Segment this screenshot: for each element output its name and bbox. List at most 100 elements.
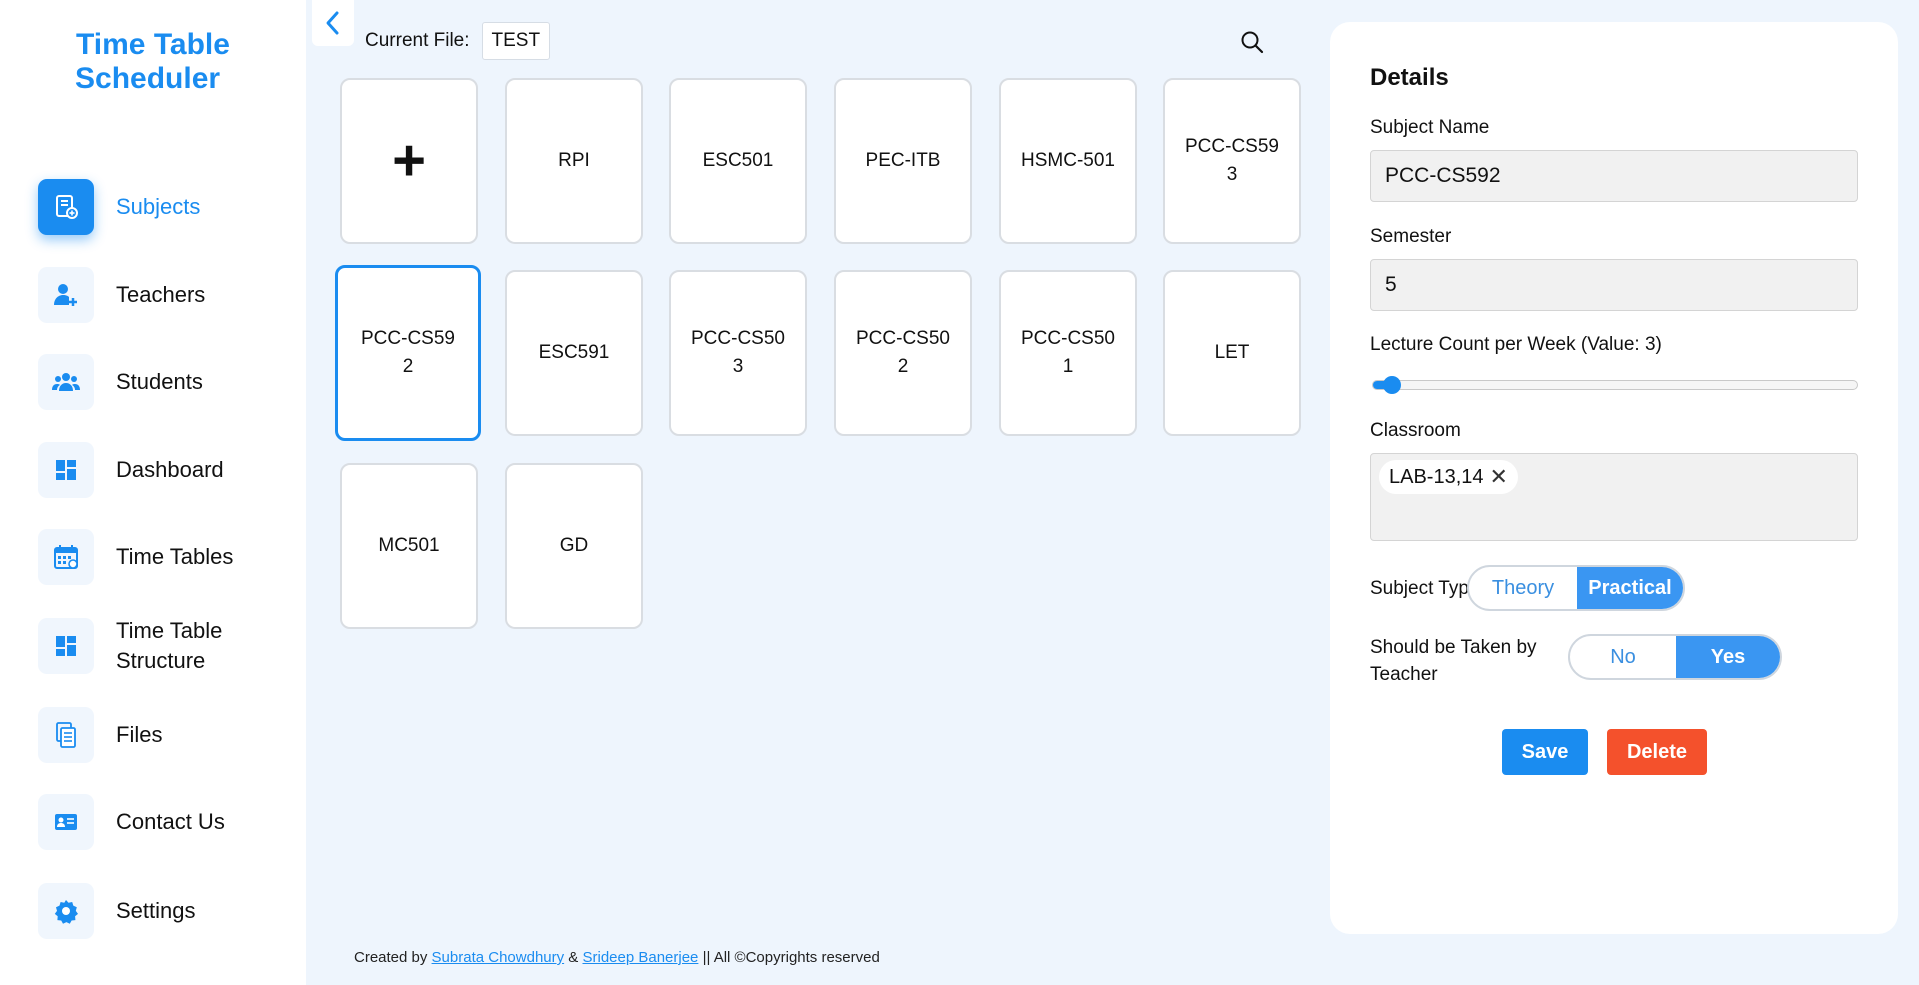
app-title-line2: Scheduler [75, 62, 221, 95]
contact-card-icon [38, 794, 94, 850]
subject-card-label: MC501 [378, 535, 440, 556]
teacher-required-label: Should be Taken by Teacher [1370, 634, 1537, 688]
subject-card-label: PCC-CS503 [691, 328, 785, 377]
subject-card-label: PCC-CS502 [856, 328, 950, 377]
dashboard-icon [38, 442, 94, 498]
subject-card-label: LET [1214, 342, 1250, 363]
chevron-left-icon [326, 11, 339, 35]
sidebar-item-label: Files [116, 722, 163, 747]
subject-card-label: PCC-CS501 [1021, 328, 1115, 377]
subject-card-label: ESC591 [538, 342, 610, 363]
subjects-icon [38, 179, 94, 235]
calendar-icon [38, 529, 94, 585]
sidebar-item-subjects[interactable]: Subjects [38, 178, 298, 236]
footer-copyright: || All ©Copyrights reserved [702, 949, 880, 966]
sidebar-item-dashboard[interactable]: Dashboard [38, 441, 298, 499]
sidebar-item-label: Time Tables [116, 544, 234, 569]
subject-card[interactable]: PCC-CS501 [999, 270, 1137, 436]
sidebar-item-time-tables[interactable]: Time Tables [38, 528, 298, 586]
subject-card[interactable]: PCC-CS593 [1163, 78, 1301, 244]
subject-name-input[interactable] [1370, 150, 1858, 202]
teacher-required-yes[interactable]: Yes [1676, 636, 1780, 678]
sidebar-item-label-line1: Time Table [116, 618, 223, 643]
gear-icon [38, 883, 94, 939]
subject-card-selected[interactable]: PCC-CS592 [335, 265, 481, 441]
sidebar-item-label: Contact Us [116, 809, 225, 834]
lecture-count-slider[interactable] [1372, 376, 1858, 394]
current-file-value: TEST [481, 22, 551, 60]
subject-card-label: RPI [558, 150, 590, 171]
subject-card-label: ESC501 [702, 150, 774, 171]
sidebar: Time Table Scheduler Subjects Teachers S… [0, 0, 306, 985]
subject-card-label: HSMC-501 [1021, 150, 1115, 171]
subject-card-label: PEC-ITB [865, 150, 941, 171]
semester-input[interactable] [1370, 259, 1858, 311]
subject-card-label: GD [559, 535, 589, 556]
author-link-2[interactable]: Srideep Banerjee [582, 949, 698, 966]
teacher-required-label-line1: Should be Taken by [1370, 637, 1537, 658]
add-user-icon [38, 267, 94, 323]
classroom-chip: LAB-13,14 ✕ [1379, 460, 1518, 494]
current-file-label: Current File: [365, 30, 470, 51]
subject-card[interactable]: HSMC-501 [999, 78, 1137, 244]
close-icon[interactable]: ✕ [1490, 464, 1508, 490]
sidebar-item-label: Dashboard [116, 457, 224, 482]
subject-card[interactable]: PEC-ITB [834, 78, 972, 244]
author-link-1[interactable]: Subrata Chowdhury [432, 949, 565, 966]
semester-label: Semester [1370, 226, 1452, 247]
details-title: Details [1370, 64, 1449, 91]
sidebar-item-time-table-structure[interactable]: Time Table Structure [38, 617, 298, 675]
search-icon [1241, 31, 1264, 54]
subject-card-label: PCC-CS592 [361, 328, 455, 377]
subject-type-toggle: Theory Practical [1467, 565, 1685, 611]
classroom-select[interactable]: LAB-13,14 ✕ [1370, 453, 1858, 541]
footer-amp: & [568, 949, 579, 966]
footer: Created by Subrata Chowdhury & Srideep B… [354, 949, 880, 966]
dashboard-icon [38, 618, 94, 674]
sidebar-item-label: Settings [116, 898, 196, 923]
sidebar-item-files[interactable]: Files [38, 706, 298, 764]
save-button[interactable]: Save [1502, 729, 1588, 775]
subject-type-label: Subject Type [1370, 578, 1480, 599]
sidebar-item-label: Students [116, 369, 203, 394]
back-button[interactable] [312, 0, 354, 46]
teacher-required-toggle: No Yes [1568, 634, 1782, 680]
lecture-count-slider-thumb[interactable] [1383, 376, 1402, 394]
subject-card[interactable]: RPI [505, 78, 643, 244]
classroom-chip-label: LAB-13,14 [1389, 465, 1484, 488]
sidebar-item-students[interactable]: Students [38, 353, 298, 411]
subject-card[interactable]: PCC-CS502 [834, 270, 972, 436]
app-title: Time Table Scheduler [75, 28, 230, 96]
app-title-line1: Time Table [76, 28, 230, 61]
plus-icon: + [392, 128, 426, 193]
subject-type-practical[interactable]: Practical [1577, 567, 1683, 609]
subject-card[interactable]: ESC591 [505, 270, 643, 436]
details-panel: Details Subject Name Semester Lecture Co… [1330, 22, 1898, 934]
files-icon [38, 707, 94, 763]
sidebar-item-label-line2: Structure [116, 648, 206, 673]
add-subject-button[interactable]: + [340, 78, 478, 244]
search-button[interactable] [1238, 28, 1266, 56]
sidebar-item-label: Time Table Structure [116, 616, 222, 676]
subject-card[interactable]: ESC501 [669, 78, 807, 244]
sidebar-item-settings[interactable]: Settings [38, 882, 298, 940]
sidebar-item-label: Subjects [116, 194, 201, 219]
teacher-required-label-line2: Teacher [1370, 664, 1438, 685]
subject-card[interactable]: PCC-CS503 [669, 270, 807, 436]
subject-card[interactable]: MC501 [340, 463, 478, 629]
subject-card-label: PCC-CS593 [1185, 136, 1279, 185]
sidebar-item-teachers[interactable]: Teachers [38, 266, 298, 324]
subject-card[interactable]: LET [1163, 270, 1301, 436]
sidebar-item-label: Teachers [116, 282, 206, 307]
delete-button[interactable]: Delete [1607, 729, 1707, 775]
subject-name-label: Subject Name [1370, 117, 1490, 138]
subject-card[interactable]: GD [505, 463, 643, 629]
users-group-icon [38, 354, 94, 410]
subject-type-theory[interactable]: Theory [1469, 567, 1577, 609]
lecture-count-label: Lecture Count per Week (Value: 3) [1370, 334, 1662, 355]
classroom-label: Classroom [1370, 420, 1461, 441]
current-file: Current File: TEST [365, 22, 551, 60]
teacher-required-no[interactable]: No [1570, 636, 1676, 678]
sidebar-item-contact-us[interactable]: Contact Us [38, 793, 298, 851]
footer-prefix: Created by [354, 949, 428, 966]
